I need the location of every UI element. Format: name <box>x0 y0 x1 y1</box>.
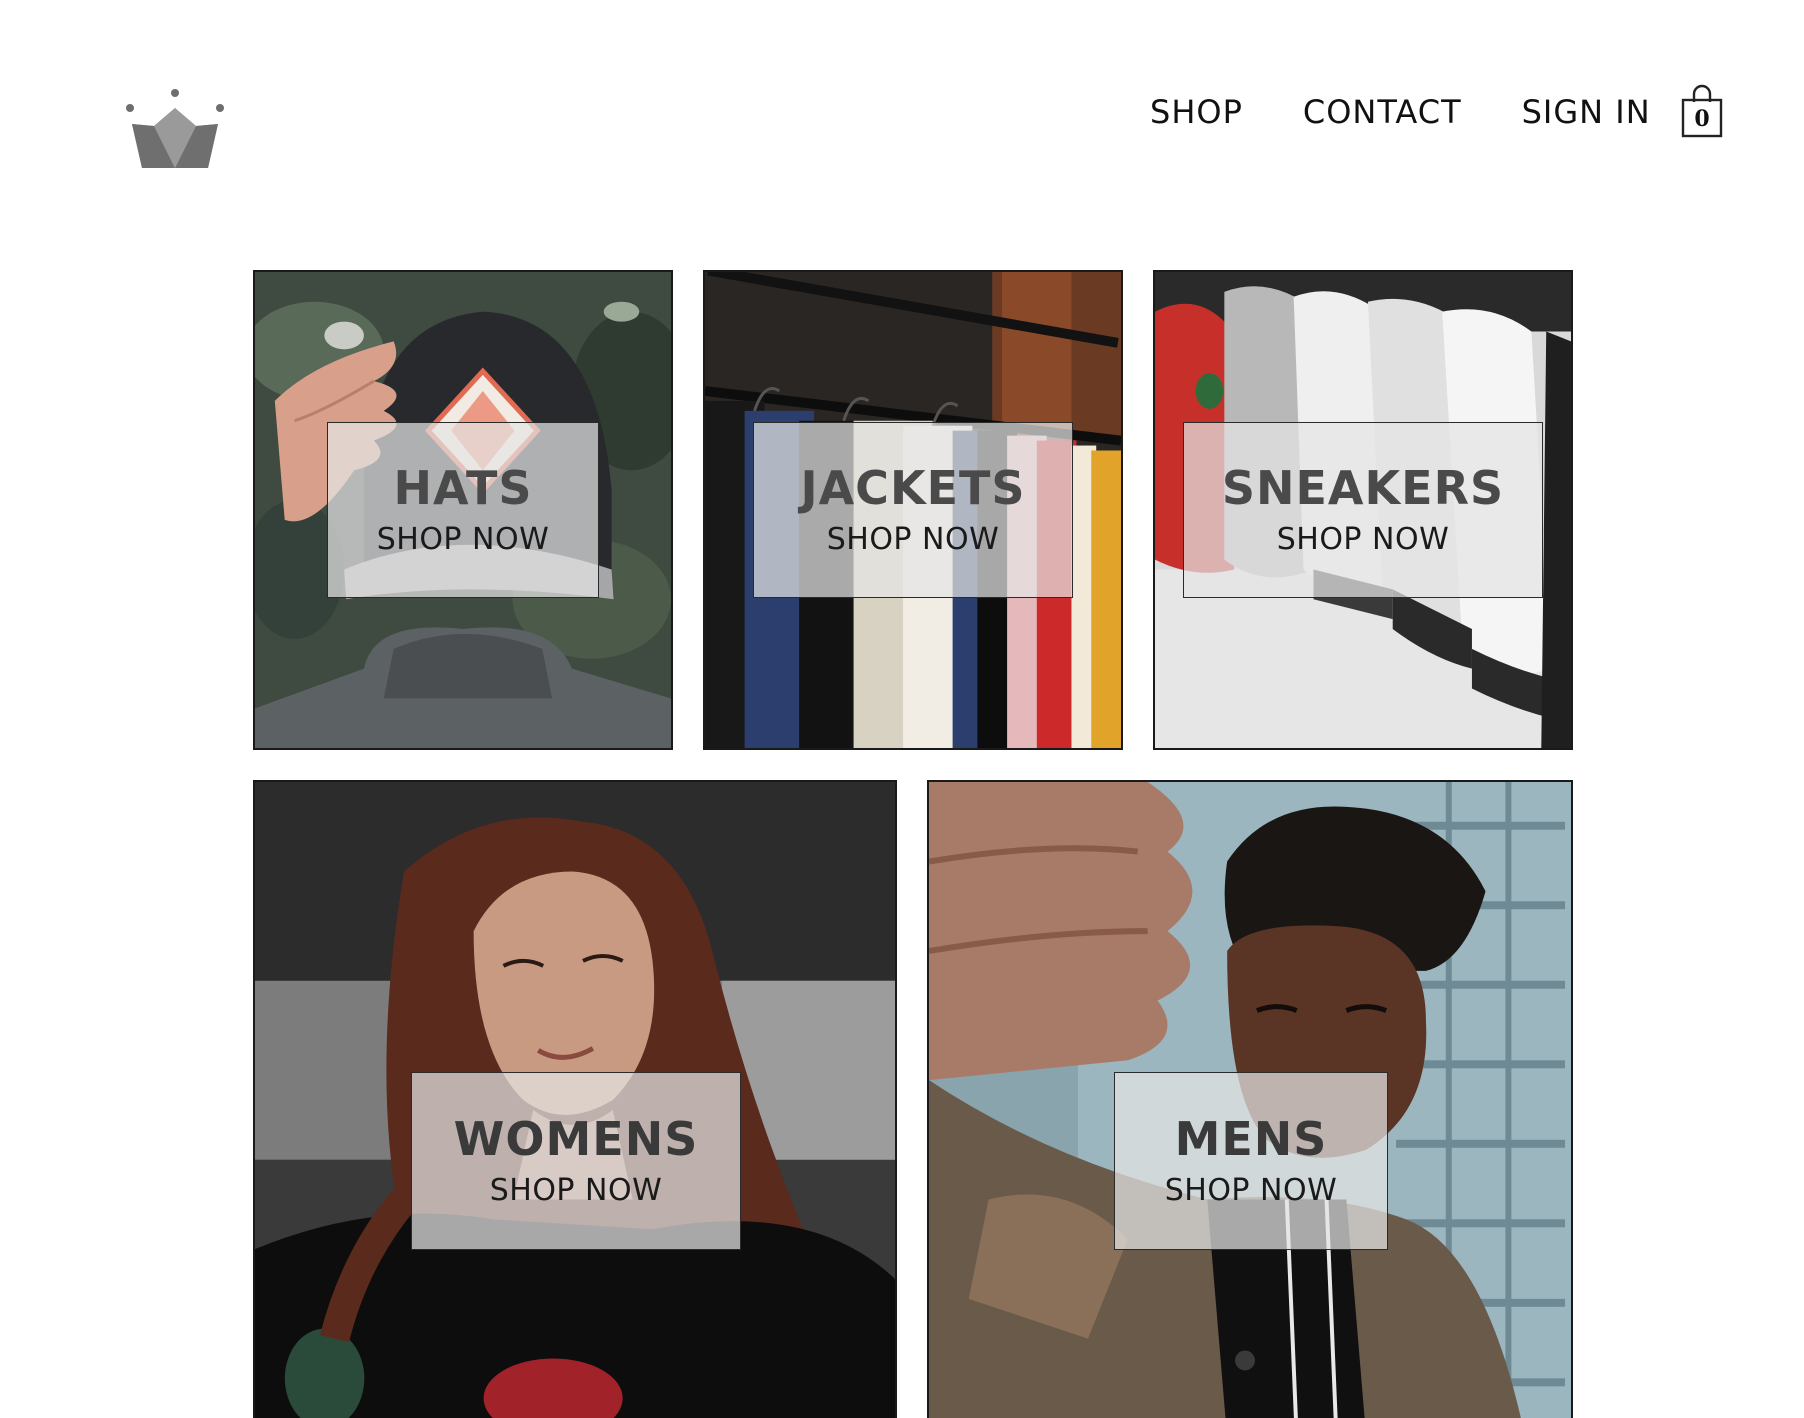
jackets-overlay[interactable]: JACKETS SHOP NOW <box>753 422 1073 598</box>
nav-sign-in-link[interactable]: SIGN IN <box>1522 93 1651 131</box>
mens-title: MENS <box>1174 1112 1328 1166</box>
sneakers-overlay[interactable]: SNEAKERS SHOP NOW <box>1183 422 1543 598</box>
page: SHOP CONTACT SIGN IN 0 HATS SHOP NOW JAC… <box>0 0 1804 1418</box>
tile-hats[interactable]: HATS SHOP NOW <box>253 270 673 750</box>
nav-contact-link[interactable]: CONTACT <box>1303 93 1462 131</box>
crown-icon[interactable] <box>122 86 228 172</box>
sneakers-shop-now[interactable]: SHOP NOW <box>1277 525 1450 555</box>
main-nav: SHOP CONTACT SIGN IN <box>1150 88 1651 136</box>
tile-womens[interactable]: WOMENS SHOP NOW <box>253 780 897 1418</box>
cart-count: 0 <box>1694 106 1710 132</box>
tile-jackets[interactable]: JACKETS SHOP NOW <box>703 270 1123 750</box>
jackets-shop-now[interactable]: SHOP NOW <box>827 525 1000 555</box>
womens-title: WOMENS <box>453 1112 699 1166</box>
jackets-title: JACKETS <box>800 461 1026 515</box>
womens-shop-now[interactable]: SHOP NOW <box>490 1176 663 1206</box>
cart-button[interactable]: 0 <box>1680 82 1724 140</box>
tile-mens[interactable]: MENS SHOP NOW <box>927 780 1573 1418</box>
womens-overlay[interactable]: WOMENS SHOP NOW <box>411 1072 741 1250</box>
tile-sneakers[interactable]: SNEAKERS SHOP NOW <box>1153 270 1573 750</box>
sneakers-title: SNEAKERS <box>1221 461 1505 515</box>
mens-overlay[interactable]: MENS SHOP NOW <box>1114 1072 1388 1250</box>
hats-overlay[interactable]: HATS SHOP NOW <box>327 422 599 598</box>
hats-shop-now[interactable]: SHOP NOW <box>377 525 550 555</box>
mens-shop-now[interactable]: SHOP NOW <box>1165 1176 1338 1206</box>
nav-shop-link[interactable]: SHOP <box>1150 93 1243 131</box>
hats-title: HATS <box>393 461 533 515</box>
